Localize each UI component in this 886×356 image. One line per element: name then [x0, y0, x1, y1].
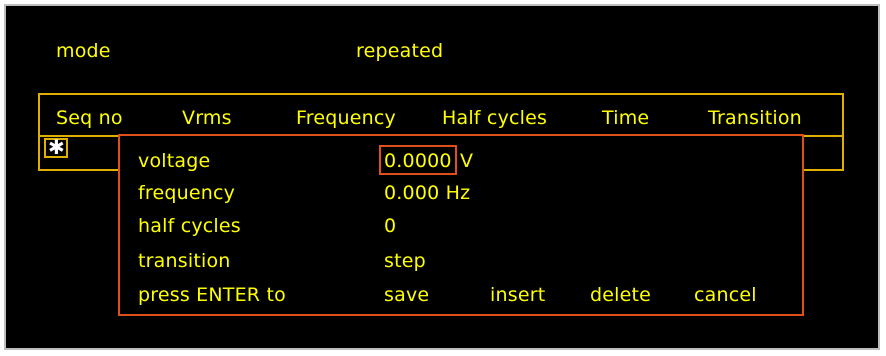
frequency-input[interactable]: 0.000 Hz — [384, 182, 470, 204]
column-header-time: Time — [602, 107, 650, 129]
column-header-half-cycles: Half cycles — [442, 107, 548, 129]
insert-button[interactable]: insert — [490, 284, 545, 306]
column-header-seq-no: Seq no — [56, 107, 123, 129]
press-enter-prompt: press ENTER to — [138, 284, 286, 306]
half-cycles-input[interactable]: 0 — [384, 215, 396, 237]
frequency-label: frequency — [138, 182, 236, 204]
column-header-frequency: Frequency — [296, 107, 396, 129]
mode-value[interactable]: repeated — [356, 40, 443, 62]
voltage-input[interactable]: 0.0000 — [384, 150, 452, 172]
cancel-button[interactable]: cancel — [694, 284, 757, 306]
asterisk-icon: ✱ — [48, 135, 65, 159]
column-header-vrms: Vrms — [182, 107, 232, 129]
voltage-unit: V — [460, 150, 474, 172]
transition-select[interactable]: step — [384, 250, 426, 272]
transition-label: transition — [138, 250, 231, 272]
half-cycles-label: half cycles — [138, 215, 241, 237]
delete-button[interactable]: delete — [590, 284, 651, 306]
column-header-transition: Transition — [708, 107, 802, 129]
mode-label: mode — [56, 40, 111, 62]
save-button[interactable]: save — [384, 284, 429, 306]
voltage-label: voltage — [138, 150, 211, 172]
